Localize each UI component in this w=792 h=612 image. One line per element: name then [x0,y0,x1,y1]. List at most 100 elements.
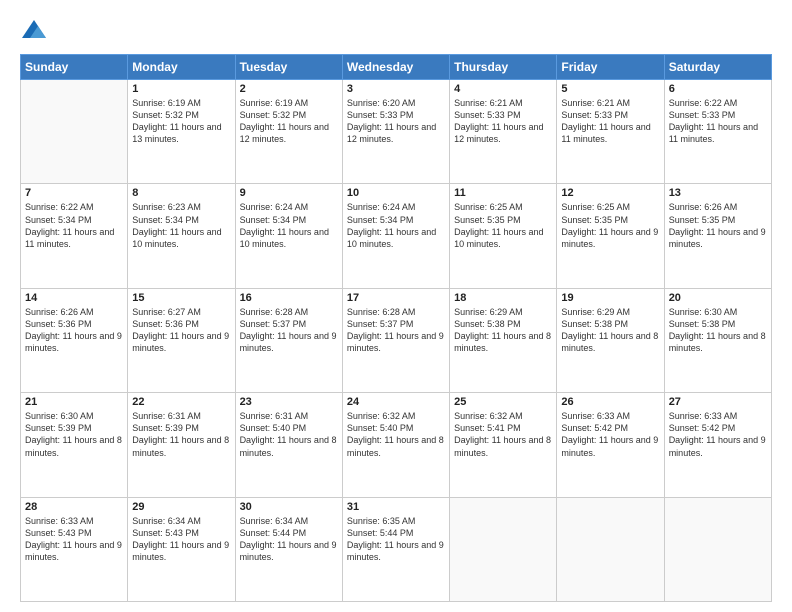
day-number: 6 [669,83,767,95]
day-number: 3 [347,83,445,95]
calendar-week-row: 7Sunrise: 6:22 AM Sunset: 5:34 PM Daylig… [21,184,772,288]
weekday-header: Friday [557,55,664,80]
day-number: 18 [454,292,552,304]
calendar-table: SundayMondayTuesdayWednesdayThursdayFrid… [20,54,772,602]
day-info: Sunrise: 6:20 AM Sunset: 5:33 PM Dayligh… [347,97,445,146]
day-number: 21 [25,396,123,408]
day-info: Sunrise: 6:33 AM Sunset: 5:42 PM Dayligh… [561,410,659,459]
day-number: 17 [347,292,445,304]
day-info: Sunrise: 6:21 AM Sunset: 5:33 PM Dayligh… [454,97,552,146]
calendar-cell: 13 Sunrise: 6:26 AM Sunset: 5:35 PM Dayli… [664,184,771,288]
weekday-header: Thursday [450,55,557,80]
day-number: 12 [561,187,659,199]
day-info: Sunrise: 6:27 AM Sunset: 5:36 PM Dayligh… [132,306,230,355]
day-info: Sunrise: 6:28 AM Sunset: 5:37 PM Dayligh… [347,306,445,355]
day-info: Sunrise: 6:35 AM Sunset: 5:44 PM Dayligh… [347,515,445,564]
calendar-cell: 17 Sunrise: 6:28 AM Sunset: 5:37 PM Dayli… [342,288,449,392]
day-number: 25 [454,396,552,408]
weekday-header: Wednesday [342,55,449,80]
day-info: Sunrise: 6:19 AM Sunset: 5:32 PM Dayligh… [240,97,338,146]
day-number: 4 [454,83,552,95]
day-number: 10 [347,187,445,199]
calendar-cell: 22 Sunrise: 6:31 AM Sunset: 5:39 PM Dayli… [128,393,235,497]
day-info: Sunrise: 6:24 AM Sunset: 5:34 PM Dayligh… [240,201,338,250]
calendar-week-row: 14 Sunrise: 6:26 AM Sunset: 5:36 PM Dayli… [21,288,772,392]
calendar-cell: 15 Sunrise: 6:27 AM Sunset: 5:36 PM Dayli… [128,288,235,392]
calendar-cell: 19Sunrise: 6:29 AM Sunset: 5:38 PM Dayli… [557,288,664,392]
calendar-cell: 27 Sunrise: 6:33 AM Sunset: 5:42 PM Dayli… [664,393,771,497]
day-info: Sunrise: 6:19 AM Sunset: 5:32 PM Dayligh… [132,97,230,146]
day-number: 8 [132,187,230,199]
day-number: 14 [25,292,123,304]
day-info: Sunrise: 6:33 AM Sunset: 5:42 PM Dayligh… [669,410,767,459]
calendar-cell: 24 Sunrise: 6:32 AM Sunset: 5:40 PM Dayli… [342,393,449,497]
day-number: 24 [347,396,445,408]
logo-icon [20,18,48,46]
calendar-cell: 11Sunrise: 6:25 AM Sunset: 5:35 PM Dayli… [450,184,557,288]
day-number: 23 [240,396,338,408]
day-number: 29 [132,501,230,513]
calendar-week-row: 21 Sunrise: 6:30 AM Sunset: 5:39 PM Dayli… [21,393,772,497]
calendar-cell: 31 Sunrise: 6:35 AM Sunset: 5:44 PM Dayli… [342,497,449,601]
calendar-cell: 16Sunrise: 6:28 AM Sunset: 5:37 PM Dayli… [235,288,342,392]
calendar-cell: 29 Sunrise: 6:34 AM Sunset: 5:43 PM Dayli… [128,497,235,601]
day-info: Sunrise: 6:24 AM Sunset: 5:34 PM Dayligh… [347,201,445,250]
weekday-header: Monday [128,55,235,80]
calendar-cell: 5Sunrise: 6:21 AM Sunset: 5:33 PM Daylig… [557,80,664,184]
day-info: Sunrise: 6:34 AM Sunset: 5:44 PM Dayligh… [240,515,338,564]
day-info: Sunrise: 6:25 AM Sunset: 5:35 PM Dayligh… [561,201,659,250]
calendar-cell: 10 Sunrise: 6:24 AM Sunset: 5:34 PM Dayli… [342,184,449,288]
calendar-cell: 14 Sunrise: 6:26 AM Sunset: 5:36 PM Dayli… [21,288,128,392]
day-number: 31 [347,501,445,513]
day-info: Sunrise: 6:26 AM Sunset: 5:36 PM Dayligh… [25,306,123,355]
calendar-cell: 7Sunrise: 6:22 AM Sunset: 5:34 PM Daylig… [21,184,128,288]
weekday-header: Tuesday [235,55,342,80]
calendar-cell: 23 Sunrise: 6:31 AM Sunset: 5:40 PM Dayli… [235,393,342,497]
day-number: 28 [25,501,123,513]
calendar-cell [450,497,557,601]
day-number: 13 [669,187,767,199]
weekday-header: Saturday [664,55,771,80]
day-number: 9 [240,187,338,199]
weekday-header: Sunday [21,55,128,80]
calendar-cell: 21 Sunrise: 6:30 AM Sunset: 5:39 PM Dayli… [21,393,128,497]
calendar-header-row: SundayMondayTuesdayWednesdayThursdayFrid… [21,55,772,80]
day-info: Sunrise: 6:28 AM Sunset: 5:37 PM Dayligh… [240,306,338,355]
calendar-cell: 26Sunrise: 6:33 AM Sunset: 5:42 PM Dayli… [557,393,664,497]
calendar-week-row: 28Sunrise: 6:33 AM Sunset: 5:43 PM Dayli… [21,497,772,601]
day-info: Sunrise: 6:30 AM Sunset: 5:38 PM Dayligh… [669,306,767,355]
calendar-cell: 18 Sunrise: 6:29 AM Sunset: 5:38 PM Dayli… [450,288,557,392]
day-info: Sunrise: 6:30 AM Sunset: 5:39 PM Dayligh… [25,410,123,459]
calendar-cell: 9 Sunrise: 6:24 AM Sunset: 5:34 PM Daylig… [235,184,342,288]
day-info: Sunrise: 6:23 AM Sunset: 5:34 PM Dayligh… [132,201,230,250]
day-number: 22 [132,396,230,408]
day-number: 30 [240,501,338,513]
calendar-week-row: 1Sunrise: 6:19 AM Sunset: 5:32 PM Daylig… [21,80,772,184]
day-info: Sunrise: 6:32 AM Sunset: 5:40 PM Dayligh… [347,410,445,459]
calendar-cell: 20Sunrise: 6:30 AM Sunset: 5:38 PM Dayli… [664,288,771,392]
logo [20,18,52,46]
day-number: 2 [240,83,338,95]
day-info: Sunrise: 6:31 AM Sunset: 5:39 PM Dayligh… [132,410,230,459]
calendar-cell: 12 Sunrise: 6:25 AM Sunset: 5:35 PM Dayli… [557,184,664,288]
day-info: Sunrise: 6:25 AM Sunset: 5:35 PM Dayligh… [454,201,552,250]
calendar-cell [21,80,128,184]
day-info: Sunrise: 6:34 AM Sunset: 5:43 PM Dayligh… [132,515,230,564]
day-number: 27 [669,396,767,408]
day-info: Sunrise: 6:22 AM Sunset: 5:34 PM Dayligh… [25,201,123,250]
calendar-cell: 8 Sunrise: 6:23 AM Sunset: 5:34 PM Daylig… [128,184,235,288]
calendar-cell: 3 Sunrise: 6:20 AM Sunset: 5:33 PM Daylig… [342,80,449,184]
calendar-cell: 4 Sunrise: 6:21 AM Sunset: 5:33 PM Daylig… [450,80,557,184]
day-info: Sunrise: 6:32 AM Sunset: 5:41 PM Dayligh… [454,410,552,459]
day-info: Sunrise: 6:29 AM Sunset: 5:38 PM Dayligh… [454,306,552,355]
day-info: Sunrise: 6:26 AM Sunset: 5:35 PM Dayligh… [669,201,767,250]
day-number: 15 [132,292,230,304]
calendar-cell [557,497,664,601]
day-info: Sunrise: 6:31 AM Sunset: 5:40 PM Dayligh… [240,410,338,459]
calendar-cell: 30 Sunrise: 6:34 AM Sunset: 5:44 PM Dayli… [235,497,342,601]
day-number: 19 [561,292,659,304]
calendar-cell: 28Sunrise: 6:33 AM Sunset: 5:43 PM Dayli… [21,497,128,601]
calendar-cell: 2 Sunrise: 6:19 AM Sunset: 5:32 PM Daylig… [235,80,342,184]
day-info: Sunrise: 6:21 AM Sunset: 5:33 PM Dayligh… [561,97,659,146]
calendar-cell: 25 Sunrise: 6:32 AM Sunset: 5:41 PM Dayli… [450,393,557,497]
